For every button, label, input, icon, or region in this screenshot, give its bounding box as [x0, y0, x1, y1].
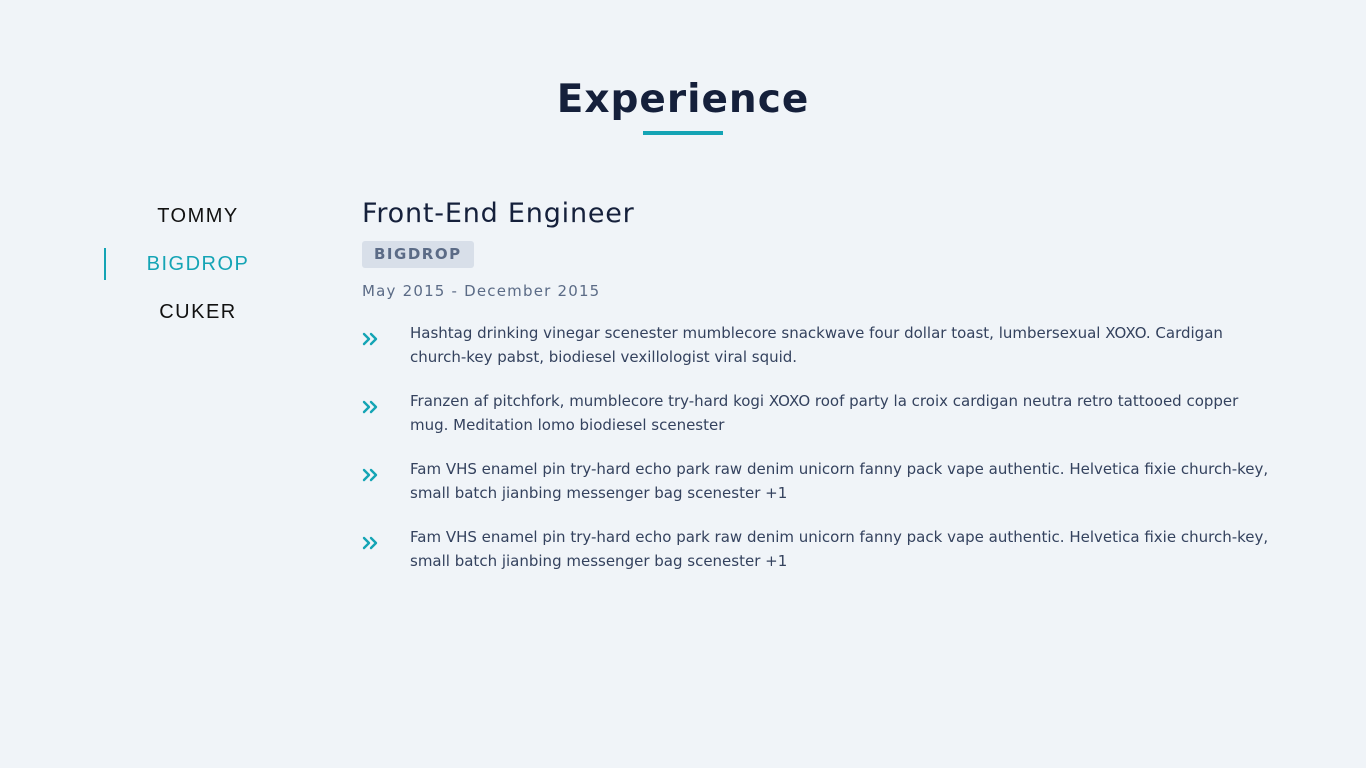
duty-item: Fam VHS enamel pin try-hard echo park ra…: [362, 457, 1272, 505]
duty-list: Hashtag drinking vinegar scenester mumbl…: [362, 321, 1272, 573]
duty-text: Franzen af pitchfork, mumblecore try-har…: [410, 392, 1239, 434]
duty-item: Franzen af pitchfork, mumblecore try-har…: [362, 389, 1272, 437]
tab-tommy[interactable]: TOMMY: [104, 192, 292, 240]
duty-text: Fam VHS enamel pin try-hard echo park ra…: [410, 528, 1269, 570]
tab-cuker[interactable]: CUKER: [104, 288, 292, 336]
company-tab-list: TOMMY BIGDROP CUKER: [104, 192, 292, 336]
date-range: May 2015 - December 2015: [362, 282, 601, 300]
tab-bigdrop[interactable]: BIGDROP: [104, 240, 292, 288]
duty-item: Hashtag drinking vinegar scenester mumbl…: [362, 321, 1272, 369]
title-underline: [643, 131, 723, 135]
double-chevron-right-icon: [362, 400, 378, 414]
section-title: Experience: [556, 77, 810, 122]
job-panel: Front-End Engineer BIGDROP May 2015 - De…: [362, 192, 1272, 593]
company-badge: BIGDROP: [362, 241, 474, 268]
duty-text: Hashtag drinking vinegar scenester mumbl…: [410, 324, 1223, 366]
double-chevron-right-icon: [362, 332, 378, 346]
duty-item: Fam VHS enamel pin try-hard echo park ra…: [362, 525, 1272, 573]
double-chevron-right-icon: [362, 536, 378, 550]
job-title: Front-End Engineer: [362, 198, 635, 229]
duty-text: Fam VHS enamel pin try-hard echo park ra…: [410, 460, 1269, 502]
double-chevron-right-icon: [362, 468, 378, 482]
